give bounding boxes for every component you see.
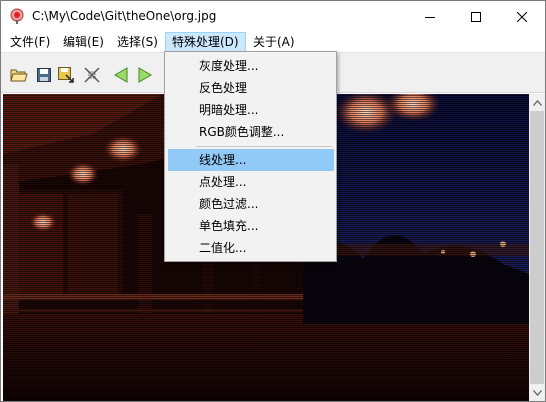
window-title: C:\My\Code\Git\theOne\org.jpg bbox=[32, 9, 217, 23]
menu-separator bbox=[196, 146, 332, 147]
menu-edit[interactable]: 编辑(E) bbox=[56, 32, 111, 52]
back-button[interactable] bbox=[112, 66, 130, 84]
minimize-icon bbox=[425, 16, 435, 18]
save-icon bbox=[37, 68, 51, 82]
menu-item-rgb-adjust[interactable]: RGB颜色调整... bbox=[168, 121, 334, 143]
menu-item-line-processing[interactable]: 线处理... bbox=[168, 149, 334, 171]
scroll-down-button[interactable] bbox=[529, 384, 545, 401]
menu-item-grayscale[interactable]: 灰度处理... bbox=[168, 55, 334, 77]
menu-item-brightness[interactable]: 明暗处理... bbox=[168, 99, 334, 121]
menu-special-processing[interactable]: 特殊处理(D) bbox=[165, 32, 246, 52]
menu-item-point-processing[interactable]: 点处理... bbox=[168, 171, 334, 193]
minimize-button[interactable] bbox=[407, 1, 453, 32]
save-button[interactable] bbox=[35, 66, 53, 84]
scroll-thumb[interactable] bbox=[530, 111, 544, 384]
menu-bar: 文件(F) 编辑(E) 选择(S) 特殊处理(D) 关于(A) bbox=[1, 32, 545, 52]
open-button[interactable] bbox=[10, 66, 28, 84]
menu-file[interactable]: 文件(F) bbox=[3, 32, 57, 52]
save-as-button[interactable] bbox=[57, 66, 75, 84]
maximize-icon bbox=[471, 11, 481, 22]
vertical-scrollbar[interactable] bbox=[529, 94, 545, 401]
app-icon bbox=[10, 8, 24, 24]
maximize-button[interactable] bbox=[453, 1, 499, 32]
close-button[interactable] bbox=[499, 1, 545, 32]
menu-about[interactable]: 关于(A) bbox=[246, 32, 302, 52]
menu-item-binarize[interactable]: 二值化... bbox=[168, 237, 334, 259]
chevron-down-icon bbox=[532, 389, 542, 396]
chevron-up-icon bbox=[532, 99, 542, 106]
menu-select[interactable]: 选择(S) bbox=[110, 32, 165, 52]
close-icon bbox=[517, 11, 527, 22]
scroll-up-button[interactable] bbox=[529, 94, 545, 111]
app-window: C:\My\Code\Git\theOne\org.jpg 文件(F) 编辑(E… bbox=[0, 0, 546, 402]
forward-arrow-icon bbox=[138, 67, 152, 83]
menu-item-invert[interactable]: 反色处理 bbox=[168, 77, 334, 99]
transform-button[interactable] bbox=[83, 66, 101, 84]
transform-icon bbox=[84, 67, 100, 83]
back-arrow-icon bbox=[114, 67, 128, 83]
menu-item-solid-fill[interactable]: 单色填充... bbox=[168, 215, 334, 237]
title-bar: C:\My\Code\Git\theOne\org.jpg bbox=[1, 1, 545, 32]
forward-button[interactable] bbox=[136, 66, 154, 84]
open-folder-icon bbox=[10, 69, 28, 82]
save-as-icon bbox=[58, 67, 74, 83]
menu-item-color-filter[interactable]: 颜色过滤... bbox=[168, 193, 334, 215]
special-processing-dropdown: 灰度处理... 反色处理 明暗处理... RGB颜色调整... 线处理... 点… bbox=[164, 51, 337, 262]
